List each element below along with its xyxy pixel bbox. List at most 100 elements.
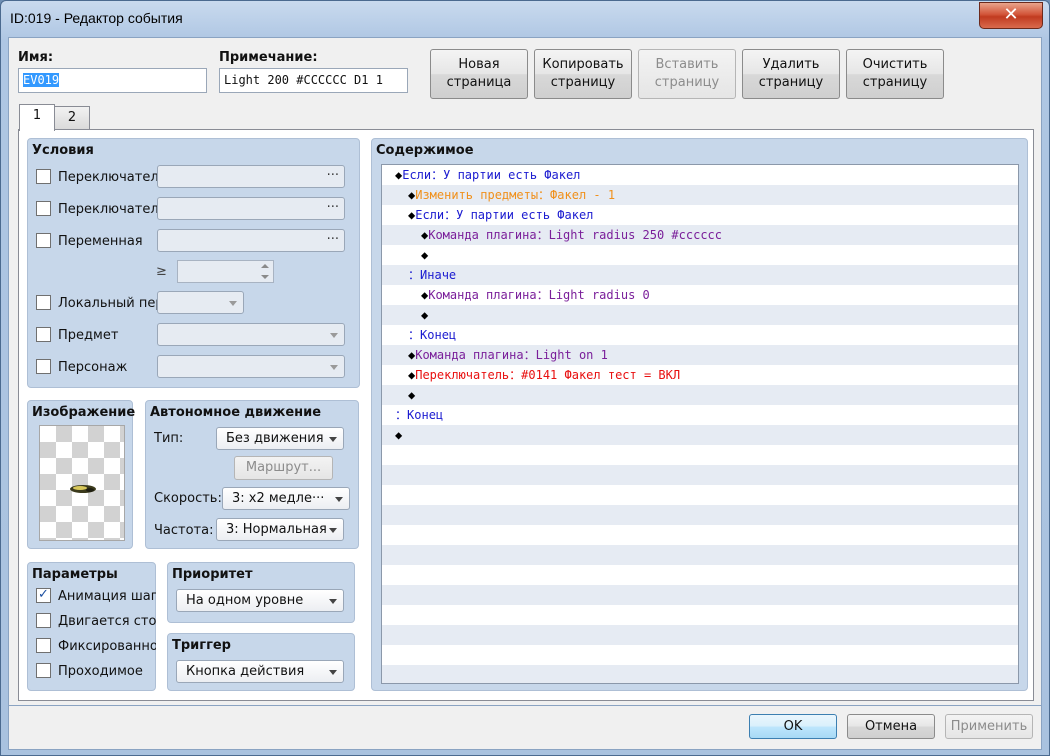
switch2-label: Переключатель: [58, 202, 167, 217]
movement-type-label: Тип:: [154, 431, 184, 446]
tab-page-2-label: 2: [67, 110, 77, 125]
item-dropdown[interactable]: [157, 323, 345, 346]
diamond-icon: ◆: [421, 248, 429, 262]
switch2-selector[interactable]: ···: [157, 197, 345, 220]
event-image-preview[interactable]: [39, 425, 125, 541]
command-row[interactable]: [382, 445, 1018, 465]
command-row[interactable]: [382, 545, 1018, 565]
command-row[interactable]: ◆Команда плагина：Light radius 250 #ccccc…: [382, 225, 1018, 245]
new-page-button[interactable]: Новая страница: [430, 49, 528, 99]
actor-label: Персонаж: [58, 360, 128, 375]
clear-page-button-line1: Очистить: [862, 57, 928, 72]
title-bar[interactable]: ID:019 - Редактор события ✕: [1, 1, 1049, 37]
trigger-value: Кнопка действия: [186, 664, 305, 679]
ok-button[interactable]: OK: [749, 714, 837, 739]
name-input[interactable]: EV019: [18, 68, 207, 93]
item-checkbox[interactable]: [36, 327, 51, 342]
through-checkbox[interactable]: [36, 663, 51, 678]
command-text: Если：У партии есть Факел: [415, 208, 594, 222]
switch1-label: Переключатель: [58, 170, 167, 185]
command-row[interactable]: ◆: [382, 305, 1018, 325]
variable-value-spinner[interactable]: [177, 260, 274, 283]
command-row[interactable]: [382, 565, 1018, 585]
command-row[interactable]: [382, 485, 1018, 505]
actor-dropdown[interactable]: [157, 355, 345, 378]
command-row[interactable]: [382, 645, 1018, 665]
close-button[interactable]: ✕: [979, 2, 1043, 29]
command-row[interactable]: [382, 505, 1018, 525]
priority-value: На одном уровне: [186, 593, 304, 608]
tab-page-1[interactable]: 1: [19, 104, 55, 131]
cancel-button[interactable]: Отмена: [847, 714, 935, 739]
copy-page-button[interactable]: Копировать страницу: [534, 49, 632, 99]
spin-up-icon[interactable]: [261, 264, 269, 268]
branch-marker: ：: [408, 268, 421, 282]
apply-button[interactable]: Применить: [945, 714, 1033, 739]
direction-fix-checkbox[interactable]: [36, 638, 51, 653]
command-row[interactable]: ：Иначе: [382, 265, 1018, 285]
switch2-checkbox[interactable]: [36, 201, 51, 216]
command-row[interactable]: [382, 525, 1018, 545]
torch-sprite-icon: [70, 485, 96, 493]
stepping-anim-checkbox[interactable]: [36, 613, 51, 628]
diamond-icon: ◆: [395, 428, 403, 442]
command-row[interactable]: ◆Если：У партии есть Факел: [382, 205, 1018, 225]
command-row[interactable]: ◆Команда плагина：Light radius 0: [382, 285, 1018, 305]
command-text: Переключатель：#0141 Факел тест = ВКЛ: [415, 368, 681, 382]
tab-page-1-label: 1: [32, 108, 42, 123]
self-switch-checkbox[interactable]: [36, 295, 51, 310]
options-title: Параметры: [32, 567, 118, 582]
command-row[interactable]: ◆: [382, 385, 1018, 405]
command-text: Конец: [407, 408, 444, 422]
movement-type-dropdown[interactable]: Без движения: [216, 427, 344, 450]
command-row[interactable]: ◆Если：У партии есть Факел: [382, 165, 1018, 185]
clear-page-button[interactable]: Очистить страницу: [846, 49, 944, 99]
route-button[interactable]: Маршрут...: [234, 456, 333, 480]
speed-dropdown[interactable]: 3: x2 медле···: [222, 487, 350, 510]
command-row[interactable]: [382, 665, 1018, 683]
event-editor-window: ID:019 - Редактор события ✕ Имя: EV019 П…: [0, 0, 1050, 756]
command-text: Команда плагина：Light radius 250 #cccccc: [428, 228, 722, 242]
command-text: Команда плагина：Light radius 0: [428, 288, 650, 302]
command-row[interactable]: ：Конец: [382, 325, 1018, 345]
direction-fix-label: Фиксированное: [58, 639, 156, 654]
switch1-checkbox[interactable]: [36, 169, 51, 184]
note-input-value: Light 200 #CCCCCC D1 1: [224, 73, 383, 87]
priority-dropdown[interactable]: На одном уровне: [176, 589, 344, 612]
chevron-down-icon: [330, 333, 338, 338]
walking-anim-checkbox[interactable]: ✓: [36, 588, 51, 603]
actor-checkbox[interactable]: [36, 359, 51, 374]
note-input[interactable]: Light 200 #CCCCCC D1 1: [219, 68, 408, 93]
event-commands-list[interactable]: ◆Если：У партии есть Факел ◆Изменить предм…: [381, 164, 1019, 684]
variable-selector[interactable]: ···: [157, 229, 345, 252]
paste-page-button[interactable]: Вставить страницу: [638, 49, 736, 99]
command-row[interactable]: ◆Команда плагина：Light on 1: [382, 345, 1018, 365]
command-row[interactable]: ：Конец: [382, 405, 1018, 425]
command-row[interactable]: [382, 605, 1018, 625]
command-row[interactable]: [382, 465, 1018, 485]
switch1-selector[interactable]: ···: [157, 165, 345, 188]
delete-page-button[interactable]: Удалить страницу: [742, 49, 840, 99]
tab-page-2[interactable]: 2: [54, 106, 90, 130]
command-row[interactable]: ◆: [382, 425, 1018, 445]
self-switch-dropdown[interactable]: [157, 291, 244, 314]
window-title: ID:019 - Редактор события: [10, 10, 183, 26]
frequency-dropdown[interactable]: 3: Нормальная: [216, 518, 344, 541]
command-row[interactable]: ◆Изменить предметы：Факел - 1: [382, 185, 1018, 205]
spin-down-icon[interactable]: [261, 275, 269, 279]
speed-label: Скорость:: [154, 491, 222, 506]
delete-page-button-line2: страницу: [758, 75, 824, 90]
frequency-label: Частота:: [154, 523, 214, 538]
trigger-dropdown[interactable]: Кнопка действия: [176, 660, 344, 683]
note-label: Примечание:: [219, 50, 318, 65]
command-row[interactable]: ◆Переключатель：#0141 Факел тест = ВКЛ: [382, 365, 1018, 385]
chevron-down-icon: [329, 599, 337, 604]
command-row[interactable]: [382, 625, 1018, 645]
variable-checkbox[interactable]: [36, 233, 51, 248]
self-switch-label: Локальный пер: [58, 296, 164, 311]
chevron-down-icon: [329, 437, 337, 442]
movement-title: Автономное движение: [150, 405, 322, 420]
copy-page-button-line2: страницу: [550, 75, 616, 90]
command-row[interactable]: [382, 585, 1018, 605]
command-row[interactable]: ◆: [382, 245, 1018, 265]
